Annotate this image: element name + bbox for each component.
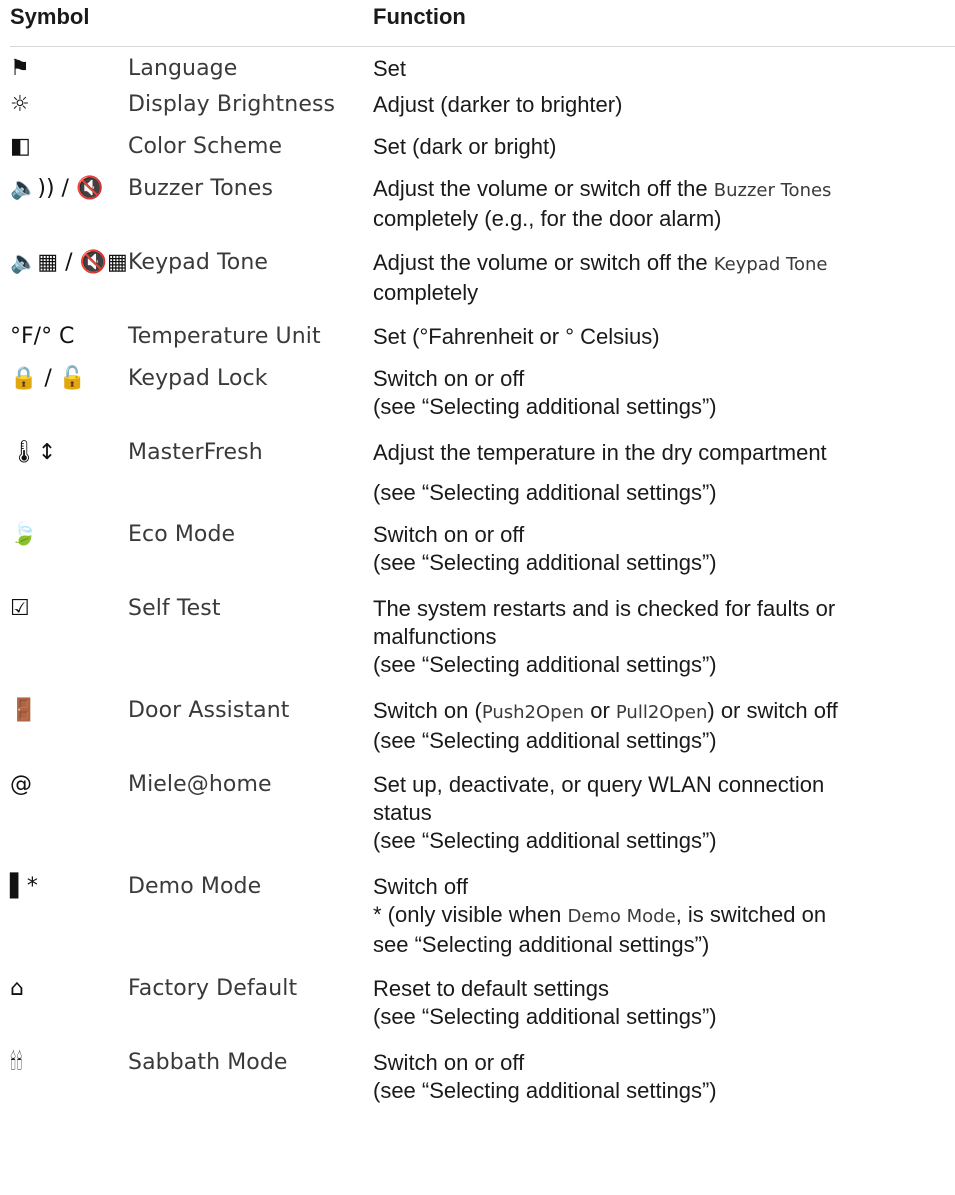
table-row: 🕯🕯 Sabbath Mode Switch on or off (see “S…	[10, 1049, 955, 1123]
keypad-speaker-icon: 🔈▦ / 🔇▦	[10, 249, 128, 275]
checkbox-icon: ☑	[10, 595, 30, 621]
setting-name: Door Assistant	[128, 697, 290, 723]
table-row: ⌂ Factory Default Reset to default setti…	[10, 975, 955, 1049]
setting-function: Set up, deactivate, or query WLAN connec…	[373, 771, 825, 853]
sun-icon: ☼	[10, 91, 30, 117]
setting-function: Switch on (Push2Open or Pull2Open) or sw…	[373, 697, 838, 753]
setting-function: Switch on or off (see “Selecting additio…	[373, 521, 717, 575]
setting-function: Set (dark or bright)	[373, 133, 557, 159]
speaker-icon: 🔈)) / 🔇	[10, 175, 104, 201]
setting-name: Self Test	[128, 595, 221, 621]
half-square-icon: ◧	[10, 133, 31, 159]
temperature-unit-icon: °F/° C	[10, 323, 75, 349]
setting-function: Reset to default settings (see “Selectin…	[373, 975, 717, 1029]
settings-table: Symbol Function ⚑ Language Set ☼ Display…	[10, 0, 955, 1123]
sabbath-candles-icon: 🕯🕯	[10, 1049, 23, 1075]
table-row: 🔒 / 🔓 Keypad Lock Switch on or off (see …	[10, 365, 955, 439]
table-row: 🍃 Eco Mode Switch on or off (see “Select…	[10, 521, 955, 595]
eco-leaf-icon: 🍃	[10, 521, 38, 547]
table-row: ◧ Color Scheme Set (dark or bright)	[10, 133, 955, 175]
setting-name: Keypad Lock	[128, 365, 268, 391]
table-row: @ Miele@home Set up, deactivate, or quer…	[10, 771, 955, 873]
table-header-row: Symbol Function	[10, 0, 955, 47]
setting-name: MasterFresh	[128, 439, 263, 465]
setting-name: Eco Mode	[128, 521, 236, 547]
setting-function: Adjust the temperature in the dry compar…	[373, 439, 827, 505]
header-function: Function	[373, 0, 955, 47]
setting-function: Adjust (darker to brighter)	[373, 91, 623, 117]
setting-name: Color Scheme	[128, 133, 283, 159]
table-row: 🔈)) / 🔇 Buzzer Tones Adjust the volume o…	[10, 175, 955, 249]
at-icon: @	[10, 771, 32, 797]
setting-name: Factory Default	[128, 975, 298, 1001]
table-row: ☼ Display Brightness Adjust (darker to b…	[10, 91, 955, 133]
setting-name: Temperature Unit	[128, 323, 321, 349]
setting-function: The system restarts and is checked for f…	[373, 595, 836, 677]
setting-function: Switch on or off (see “Selecting additio…	[373, 365, 717, 419]
setting-name: Miele@home	[128, 771, 272, 797]
table-row: 🚪 Door Assistant Switch on (Push2Open or…	[10, 697, 955, 771]
setting-function: Set (°Fahrenheit or ° Celsius)	[373, 323, 660, 349]
lock-icon: 🔒 / 🔓	[10, 365, 87, 391]
setting-function: Switch on or off (see “Selecting additio…	[373, 1049, 717, 1103]
setting-function: Adjust the volume or switch off the Keyp…	[373, 249, 828, 305]
door-icon: 🚪	[10, 697, 38, 723]
table-row: °F/° C Temperature Unit Set (°Fahrenheit…	[10, 323, 955, 365]
flag-icon: ⚑	[10, 56, 30, 81]
table-row: ▌* Demo Mode Switch off * (only visible …	[10, 873, 955, 975]
demo-icon: ▌*	[10, 873, 38, 899]
table-row: 🌡↕ MasterFresh Adjust the temperature in…	[10, 439, 955, 521]
setting-name: Keypad Tone	[128, 249, 269, 275]
thermometer-icon: 🌡↕	[10, 439, 57, 465]
table-row: 🔈▦ / 🔇▦ Keypad Tone Adjust the volume or…	[10, 249, 955, 323]
setting-name: Language	[128, 56, 238, 81]
setting-name: Buzzer Tones	[128, 175, 274, 201]
table-row: ☑ Self Test The system restarts and is c…	[10, 595, 955, 697]
header-symbol: Symbol	[10, 0, 373, 47]
table-row: ⚑ Language Set	[10, 47, 955, 91]
setting-name: Sabbath Mode	[128, 1049, 288, 1075]
factory-icon: ⌂	[10, 975, 24, 1001]
setting-function: Set	[373, 56, 407, 81]
setting-name: Demo Mode	[128, 873, 262, 899]
setting-name: Display Brightness	[128, 91, 336, 117]
setting-function: Adjust the volume or switch off the Buzz…	[373, 175, 832, 231]
setting-function: Switch off * (only visible when Demo Mod…	[373, 873, 827, 957]
